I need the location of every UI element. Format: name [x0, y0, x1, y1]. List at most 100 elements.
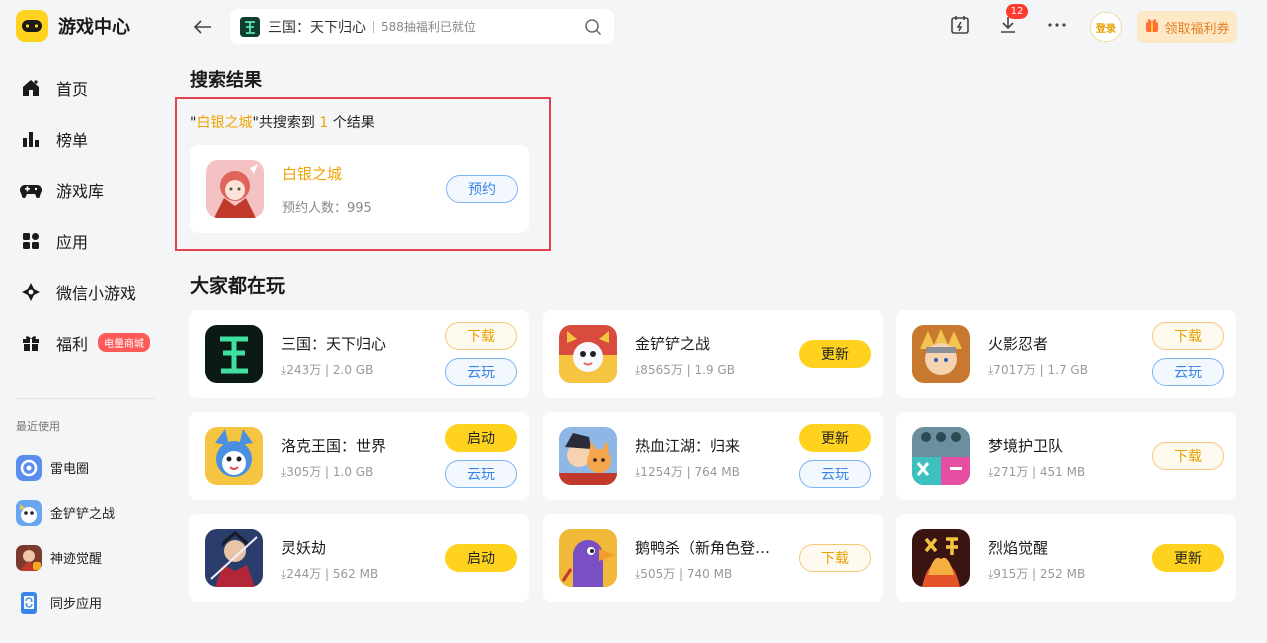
download-button[interactable]: 下载 [1152, 442, 1224, 470]
game-card[interactable]: 热血江湖：归来 ⤓1254万 | 764 MB 更新 云玩 [543, 412, 883, 500]
result-reservation-count: 预约人数：995 [282, 201, 372, 216]
sync-apps-icon [16, 590, 42, 616]
gift-bag-icon [1144, 17, 1160, 37]
download-button[interactable]: 下载 [445, 322, 517, 350]
search-results-title: 搜索结果 [190, 70, 262, 91]
mini-game-icon [20, 281, 42, 303]
sidebar-divider [16, 398, 156, 399]
game-name: 金铲铲之战 [635, 335, 711, 353]
download-count-badge: 12 [1006, 4, 1028, 19]
recent-title: 最近使用 [16, 420, 60, 433]
sanguo-game-icon [205, 325, 263, 383]
gift-icon [20, 332, 42, 354]
sidebar-item-wechat-mini-games[interactable]: 微信小游戏 [20, 266, 150, 317]
game-name: 三国：天下归心 [281, 335, 387, 353]
game-meta: ⤓7017万 | 1.7 GB [988, 363, 1088, 377]
back-button[interactable] [190, 15, 216, 39]
claim-coupon-button[interactable]: 领取福利券 [1137, 11, 1237, 43]
brand[interactable]: 游戏中心 [16, 10, 130, 42]
result-game-name[interactable]: 白银之城 [282, 163, 342, 184]
jinchanchan-game-icon [559, 325, 617, 383]
game-meta: ⤓915万 | 252 MB [988, 567, 1086, 581]
recent-item-label: 神迹觉醒 [50, 552, 103, 567]
sidebar-item-apps[interactable]: 应用 [20, 215, 150, 266]
search-icon[interactable] [584, 18, 602, 36]
goose-duck-game-icon [559, 529, 617, 587]
recent-item-label: 雷电圈 [50, 462, 90, 477]
result-card[interactable]: 白银之城 预约人数：995 预约 [190, 145, 529, 233]
game-card[interactable]: 洛克王国：世界 ⤓305万 | 1.0 GB 启动 云玩 [189, 412, 529, 500]
sidebar-item-home[interactable]: 首页 [20, 62, 150, 113]
reserve-button[interactable]: 预约 [446, 175, 518, 203]
popular-title: 大家都在玩 [190, 275, 286, 297]
leidian-circle-icon [16, 454, 42, 481]
game-name: 灵妖劫 [281, 539, 327, 557]
sidebar: 游戏中心 首页 榜单 游戏库 应用 微信小游戏 福利 电量商城 最近使用 雷电圈… [0, 0, 170, 643]
sidebar-item-game-library[interactable]: 游戏库 [20, 164, 150, 215]
summary-middle: "共搜索到 [252, 115, 320, 131]
recent-item-jinchanchan[interactable]: 金铲铲之战 [16, 490, 115, 535]
cloud-play-button[interactable]: 云玩 [445, 358, 517, 386]
search-input[interactable]: 三国：天下归心 588抽福利已就位 [230, 9, 614, 44]
apps-icon [20, 230, 42, 252]
game-card[interactable]: 灵妖劫 ⤓244万 | 562 MB 启动 [189, 514, 529, 602]
game-name: 烈焰觉醒 [988, 539, 1049, 557]
game-card[interactable]: 火影忍者 ⤓7017万 | 1.7 GB 下载 云玩 [896, 310, 1236, 398]
summary-count: 1 [319, 115, 329, 131]
sidebar-item-welfare[interactable]: 福利 电量商城 [20, 317, 151, 368]
sanguo-thumb-icon [240, 16, 260, 37]
search-hint: 588抽福利已就位 [381, 20, 476, 34]
roco-kingdom-game-icon [205, 427, 263, 485]
recent-item-leidian-circle[interactable]: 雷电圈 [16, 445, 115, 490]
cloud-play-button[interactable]: 云玩 [1152, 358, 1224, 386]
cloud-play-button[interactable]: 云玩 [445, 460, 517, 488]
recent-item-label: 同步应用 [50, 597, 103, 612]
summary-suffix: 个结果 [328, 115, 375, 131]
gamepad-logo-icon [16, 10, 48, 42]
login-button[interactable]: 登录 [1090, 12, 1122, 42]
game-card[interactable]: 鹅鸭杀（新角色登… ⤓505万 | 740 MB 下载 [543, 514, 883, 602]
sidebar-item-label: 福利 [56, 334, 89, 354]
update-button[interactable]: 更新 [1152, 544, 1224, 572]
recent-item-sync-apps[interactable]: 同步应用 [16, 580, 115, 625]
game-name: 鹅鸭杀（新角色登… [635, 539, 771, 557]
update-button[interactable]: 更新 [799, 424, 871, 452]
sidebar-item-label: 首页 [56, 79, 89, 99]
naruto-game-icon [912, 325, 970, 383]
lingyao-game-icon [205, 529, 263, 587]
download-button[interactable]: 下载 [799, 544, 871, 572]
update-button[interactable]: 更新 [799, 340, 871, 368]
sidebar-item-label: 游戏库 [56, 181, 105, 201]
rexue-jianghu-game-icon [559, 427, 617, 485]
sidebar-nav: 首页 榜单 游戏库 应用 微信小游戏 福利 电量商城 [20, 62, 151, 368]
download-button[interactable]: 下载 [1152, 322, 1224, 350]
calendar-flash-icon[interactable] [948, 13, 972, 37]
game-meta: ⤓243万 | 2.0 GB [281, 363, 374, 377]
more-icon[interactable] [1045, 13, 1069, 37]
game-card[interactable]: 烈焰觉醒 ⤓915万 | 252 MB 更新 [896, 514, 1236, 602]
game-name: 梦境护卫队 [988, 437, 1064, 455]
game-card[interactable]: 三国：天下归心 ⤓243万 | 2.0 GB 下载 云玩 [189, 310, 529, 398]
lieyan-game-icon [912, 529, 970, 587]
game-card[interactable]: 梦境护卫队 ⤓271万 | 451 MB 下载 [896, 412, 1236, 500]
game-name: 火影忍者 [988, 335, 1049, 353]
sidebar-item-label: 微信小游戏 [56, 283, 137, 303]
shenji-app-icon [16, 544, 42, 571]
game-name: 洛克王国：世界 [281, 437, 387, 455]
game-meta: ⤓1254万 | 764 MB [635, 465, 740, 479]
game-card[interactable]: 金铲铲之战 ⤓8565万 | 1.9 GB 更新 [543, 310, 883, 398]
app-title: 游戏中心 [58, 17, 130, 38]
game-meta: ⤓271万 | 451 MB [988, 465, 1086, 479]
claim-coupon-label: 领取福利券 [1164, 21, 1230, 37]
ranking-icon [20, 128, 42, 150]
sidebar-item-ranking[interactable]: 榜单 [20, 113, 150, 164]
search-query: 三国：天下归心 [268, 19, 366, 36]
game-meta: ⤓244万 | 562 MB [281, 567, 379, 581]
cloud-play-button[interactable]: 云玩 [799, 460, 871, 488]
game-name: 热血江湖：归来 [635, 437, 741, 455]
launch-button[interactable]: 启动 [445, 424, 517, 452]
jinchanchan-app-icon [16, 499, 42, 526]
launch-button[interactable]: 启动 [445, 544, 517, 572]
recent-item-shenji[interactable]: 神迹觉醒 [16, 535, 115, 580]
result-summary: "白银之城"共搜索到 1 个结果 [190, 112, 375, 132]
